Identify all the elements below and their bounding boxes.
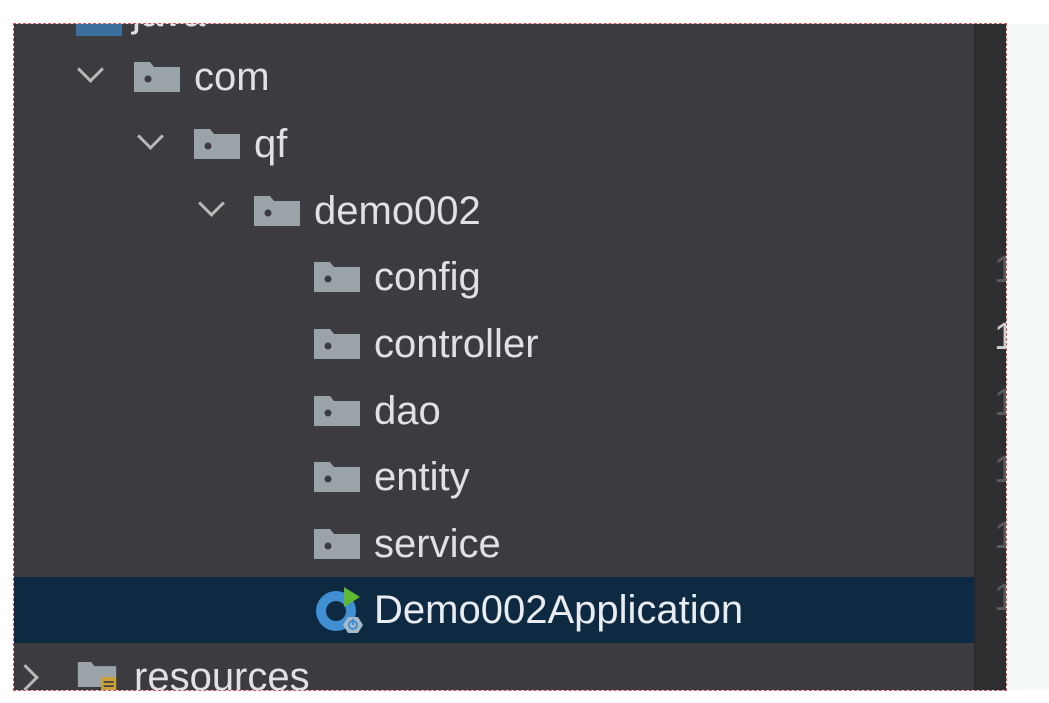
project-tree-panel: java com qf demo002 config bbox=[13, 23, 1007, 691]
tree-item-label: java bbox=[132, 24, 205, 46]
tree-item-label: demo002 bbox=[314, 189, 481, 233]
package-folder-icon bbox=[314, 329, 360, 359]
gutter-line-number: 1 bbox=[994, 249, 1006, 291]
package-folder-icon bbox=[254, 196, 300, 226]
chevron-right-icon[interactable] bbox=[14, 664, 39, 690]
resources-folder-icon bbox=[77, 662, 117, 690]
source-folder-icon bbox=[76, 24, 122, 36]
editor-edge bbox=[1006, 24, 1049, 690]
gutter-line-number: 1 bbox=[994, 449, 1006, 491]
package-folder-icon bbox=[314, 262, 360, 292]
spring-boot-run-icon bbox=[316, 587, 363, 633]
package-folder-icon bbox=[194, 129, 240, 159]
tree-row-java[interactable]: java bbox=[14, 24, 974, 46]
gutter-line-number: 1 bbox=[994, 382, 1006, 424]
tree-row-com[interactable]: com bbox=[14, 44, 974, 110]
tree-row-demo002[interactable]: demo002 bbox=[14, 178, 974, 244]
package-folder-icon bbox=[314, 529, 360, 559]
package-folder-icon bbox=[134, 62, 180, 92]
tree-item-label: dao bbox=[374, 389, 441, 433]
tree-item-label: config bbox=[374, 255, 481, 299]
tree-row-dao[interactable]: dao bbox=[14, 378, 974, 444]
tree-row-entity[interactable]: entity bbox=[14, 444, 974, 510]
tree-item-label: service bbox=[374, 522, 501, 566]
tree-item-label: Demo002Application bbox=[374, 588, 744, 632]
tree-row-demo002application[interactable]: Demo002Application bbox=[14, 577, 974, 643]
gutter-divider bbox=[974, 24, 976, 690]
gutter-line-number: 1 bbox=[994, 316, 1006, 358]
package-folder-icon bbox=[314, 396, 360, 426]
tree-row-service[interactable]: service bbox=[14, 511, 974, 577]
gutter-line-number: 1 bbox=[994, 577, 1006, 619]
tree-item-label: controller bbox=[374, 322, 539, 366]
chevron-down-icon[interactable] bbox=[77, 56, 104, 83]
chevron-down-icon[interactable] bbox=[137, 123, 164, 150]
tree-row-config[interactable]: config bbox=[14, 244, 974, 310]
chevron-down-icon[interactable] bbox=[198, 190, 225, 217]
tree-item-label: com bbox=[194, 55, 270, 99]
gutter-line-number: 1 bbox=[994, 515, 1006, 557]
package-folder-icon bbox=[314, 462, 360, 492]
tree-item-label: entity bbox=[374, 455, 470, 499]
tree-item-label: resources bbox=[134, 655, 310, 690]
tree-item-label: qf bbox=[254, 122, 288, 166]
tree-row-qf[interactable]: qf bbox=[14, 111, 974, 177]
tree-row-resources[interactable]: resources bbox=[14, 644, 974, 690]
tree-row-controller[interactable]: controller bbox=[14, 311, 974, 377]
